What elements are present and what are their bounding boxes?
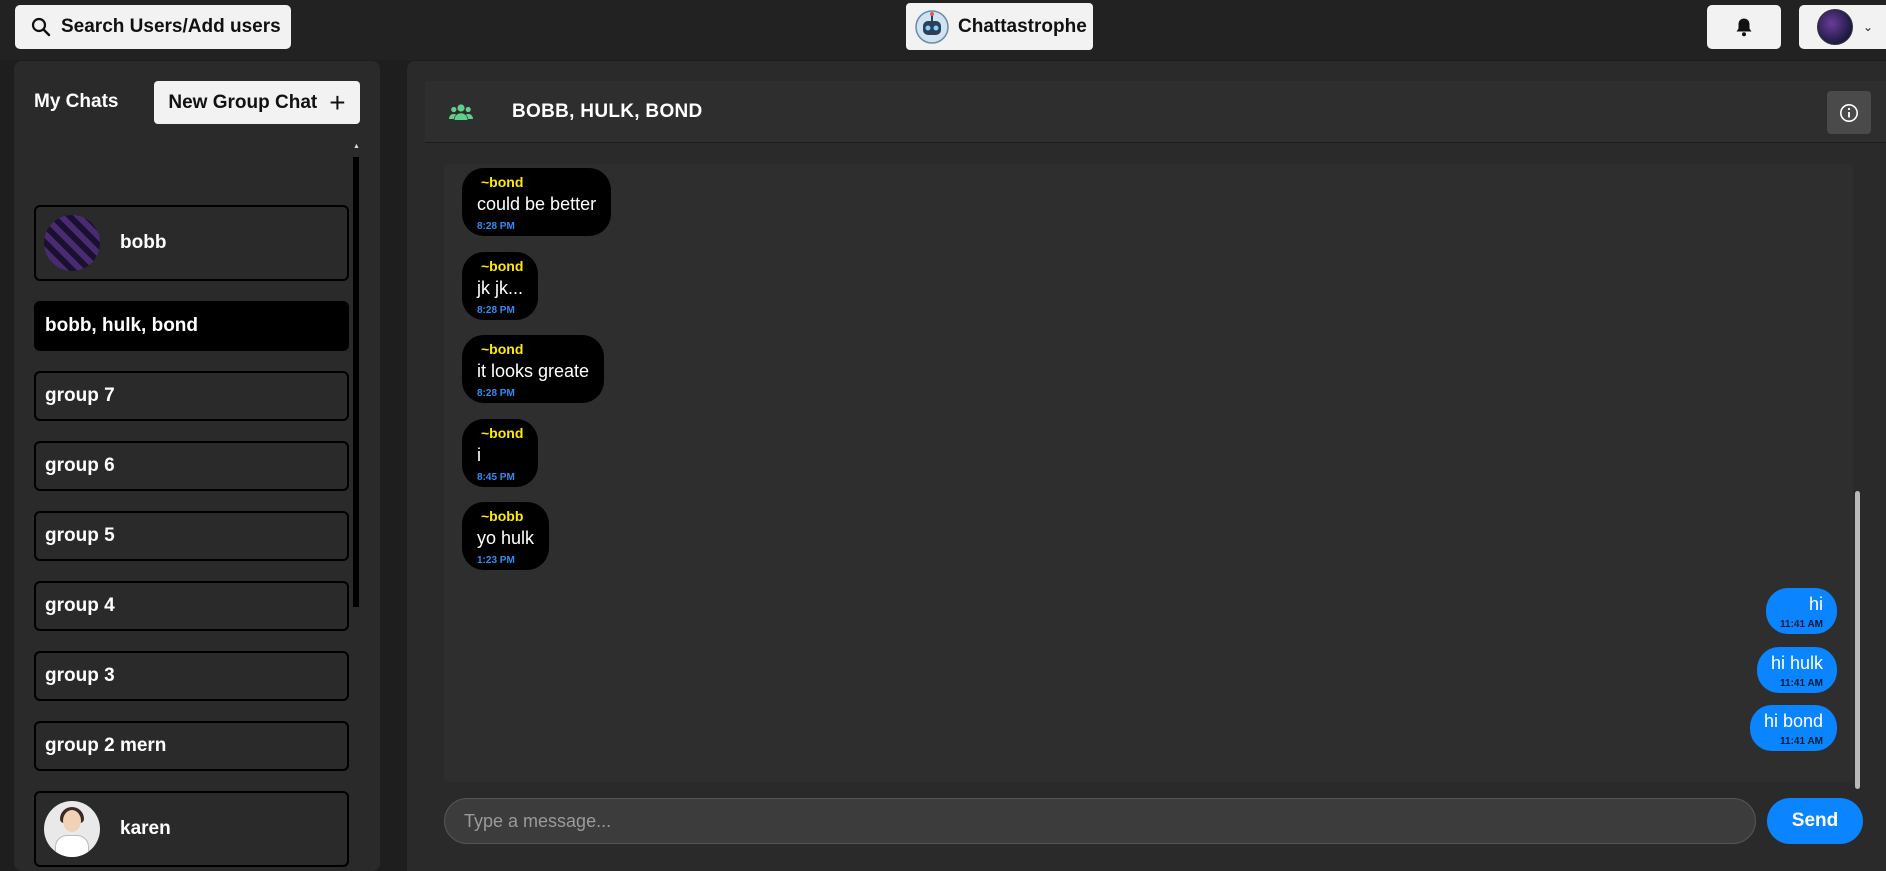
chat-item-label: group 3 [45, 665, 115, 686]
notifications-button[interactable] [1707, 5, 1781, 49]
message-bubble: ~bond jk jk... 8:28 PM [462, 252, 539, 320]
messages-area[interactable]: ~bond could be better 8:28 PM ~bond jk j… [444, 164, 1853, 782]
message-time: 11:41 AM [1780, 619, 1823, 630]
message-time: 11:41 AM [1780, 678, 1823, 689]
bell-icon [1736, 18, 1752, 37]
own-message-bubble: hi bond 11:41 AM [1749, 705, 1837, 751]
avatar [44, 801, 100, 857]
chat-panel: BOBB, HULK, BOND ~bond could be better 8… [407, 61, 1886, 871]
message-time: 8:28 PM [477, 305, 515, 316]
robot-logo-icon [915, 9, 949, 44]
chat-list-scrollbar[interactable]: ▲ [352, 143, 360, 609]
message-sender: ~bobb [481, 508, 524, 524]
message-time: 8:28 PM [477, 388, 515, 399]
message-text: could be better [477, 194, 597, 214]
message-bubble: ~bobb yo hulk 1:23 PM [462, 502, 550, 570]
message-text: i [477, 445, 481, 465]
user-avatar [1817, 9, 1853, 45]
message-text: yo hulk [477, 528, 535, 548]
message-text: hi hulk [1770, 653, 1823, 673]
send-label: Send [1791, 810, 1839, 831]
chat-item-karen[interactable]: karen [34, 791, 349, 867]
chat-item-label: group 7 [45, 385, 115, 406]
chat-item-label: group 5 [45, 525, 115, 546]
plus-icon: + [329, 86, 346, 118]
search-icon [31, 17, 51, 37]
new-group-chat-label: New Group Chat [168, 91, 318, 113]
chevron-down-icon: ⌄ [1863, 20, 1874, 34]
message-bubble: ~bond could be better 8:28 PM [462, 168, 612, 236]
messages-scrollbar-thumb[interactable] [1855, 491, 1860, 789]
chat-item-label: karen [120, 818, 171, 839]
scrollbar-thumb[interactable] [353, 157, 359, 607]
search-users-label: Search Users/Add users [61, 16, 281, 37]
avatar [44, 215, 100, 271]
message-time: 1:23 PM [477, 555, 515, 566]
message-text: jk jk... [477, 278, 524, 298]
top-bar: Search Users/Add users Chattastrophe ⌄ [0, 0, 1886, 60]
message-time: 8:45 PM [477, 472, 515, 483]
search-users-button[interactable]: Search Users/Add users [15, 5, 291, 49]
message-bubble: ~bond i 8:45 PM [462, 419, 539, 487]
chats-sidebar: My Chats New Group Chat + bobb bobb, hul… [14, 61, 380, 871]
new-group-chat-button[interactable]: New Group Chat + [154, 81, 360, 124]
chat-item-group-2-mern[interactable]: group 2 mern [34, 721, 349, 771]
info-icon [1840, 103, 1858, 122]
chat-item-group-7[interactable]: group 7 [34, 371, 349, 421]
send-button[interactable]: Send [1767, 798, 1863, 844]
message-sender: ~bond [481, 425, 524, 441]
chat-item-group-6[interactable]: group 6 [34, 441, 349, 491]
chat-item-group-5[interactable]: group 5 [34, 511, 349, 561]
message-time: 8:28 PM [477, 221, 515, 232]
message-text: hi [1808, 594, 1823, 614]
message-sender: ~bond [481, 258, 524, 274]
my-chats-title: My Chats [34, 91, 119, 112]
users-icon [449, 104, 473, 120]
scroll-up-icon[interactable]: ▲ [353, 143, 360, 150]
message-composer: Send [444, 798, 1864, 844]
brand-name: Chattastrophe [958, 15, 1087, 37]
message-sender: ~bond [481, 174, 524, 190]
message-input[interactable] [444, 798, 1756, 844]
message-text: hi bond [1763, 711, 1823, 731]
chat-item-bobb-hulk-bond[interactable]: bobb, hulk, bond [34, 301, 349, 351]
chat-item-label: group 4 [45, 595, 115, 616]
profile-menu-button[interactable]: ⌄ [1799, 5, 1886, 49]
chat-info-button[interactable] [1827, 91, 1871, 134]
chat-title: BOBB, HULK, BOND [512, 101, 703, 122]
message-text: it looks greate [477, 361, 590, 381]
chat-item-group-3[interactable]: group 3 [34, 651, 349, 701]
message-bubble: ~bond it looks greate 8:28 PM [462, 335, 605, 403]
message-time: 11:41 AM [1780, 736, 1823, 747]
chat-list[interactable]: bobb bobb, hulk, bond group 7 group 6 gr… [34, 143, 360, 871]
chat-item-label: bobb [120, 232, 167, 253]
brand-logo: Chattastrophe [906, 3, 1093, 50]
chat-item-group-4[interactable]: group 4 [34, 581, 349, 631]
chat-item-label: bobb, hulk, bond [45, 315, 199, 336]
own-message-bubble: hi hulk 11:41 AM [1756, 647, 1837, 693]
chat-header: BOBB, HULK, BOND [425, 81, 1886, 143]
chat-item-label: group 6 [45, 455, 115, 476]
own-message-bubble: hi 11:41 AM [1766, 588, 1837, 634]
chat-item-bobb[interactable]: bobb [34, 205, 349, 281]
chat-item-label: group 2 mern [45, 735, 167, 756]
message-sender: ~bond [481, 341, 524, 357]
